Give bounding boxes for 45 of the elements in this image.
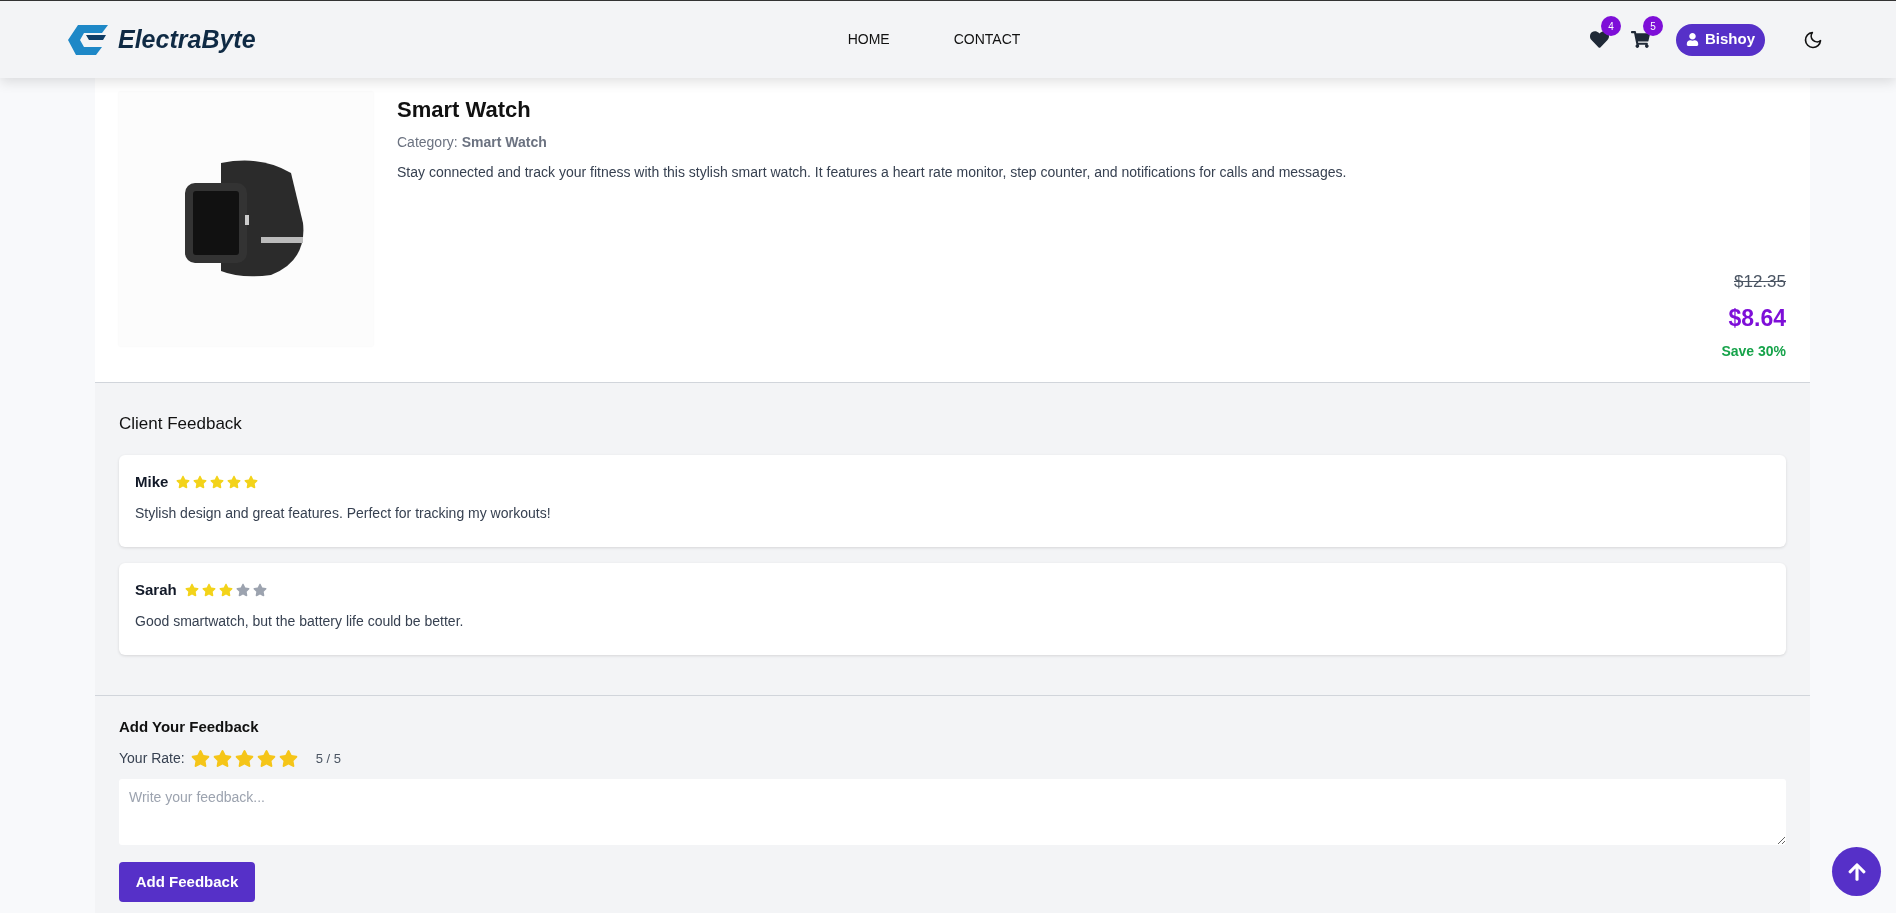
star-icon — [218, 582, 233, 597]
section-heading: Client Feedback — [119, 413, 243, 435]
feedback-input[interactable]: Write your feedback... — [119, 779, 1786, 845]
discount-label: Save 30% — [1721, 342, 1786, 361]
star-icon[interactable] — [234, 749, 254, 768]
wishlist-count-badge: 4 — [1601, 16, 1621, 36]
star-icon[interactable] — [190, 749, 210, 768]
product-title: Smart Watch — [397, 96, 532, 124]
star-icon — [176, 474, 191, 489]
star-icon — [227, 474, 242, 489]
moon-icon[interactable] — [1803, 29, 1823, 50]
logo-icon — [68, 22, 110, 57]
heart-icon[interactable] — [1590, 30, 1609, 49]
arrow-up-icon — [1846, 861, 1867, 882]
user-button[interactable]: Bishoy — [1676, 23, 1765, 56]
review-text: Stylish design and great features. Perfect for tracking my workouts! — [135, 504, 552, 523]
reviewer-name: Mike — [135, 471, 169, 492]
brand-name[interactable]: ElectraByte — [118, 20, 256, 59]
cart-icon[interactable] — [1631, 30, 1650, 49]
star-icon — [235, 582, 250, 597]
rate-label: Your Rate: — [119, 749, 185, 768]
product-description: Stay connected and track your fitness with this stylish smart watch. It features a heart rate monitor, step counter, and notifications for calls and messages. — [397, 163, 1348, 182]
original-price: $12.35 — [1734, 271, 1786, 293]
star-icon[interactable] — [212, 749, 232, 768]
category-value: Smart Watch — [461, 133, 547, 152]
section-heading: Add Your Feedback — [119, 716, 260, 737]
review-text: Good smartwatch, but the battery life could be better. — [135, 612, 465, 631]
star-icon[interactable] — [256, 749, 276, 768]
star-icon — [184, 582, 199, 597]
add-feedback-button[interactable]: Add Feedback — [119, 862, 255, 902]
star-icon — [252, 582, 267, 597]
scroll-to-top-button[interactable] — [1832, 847, 1881, 896]
user-icon — [1686, 33, 1699, 46]
category-label: Category: — [397, 133, 458, 152]
cart-count-badge: 5 — [1643, 16, 1663, 36]
nav-link[interactable]: HOME — [847, 29, 890, 50]
star-icon — [201, 582, 216, 597]
star-icon — [210, 474, 225, 489]
reviewer-name: Sarah — [135, 579, 177, 600]
star-icon[interactable] — [278, 749, 298, 768]
rate-value: 5 / 5 — [315, 749, 341, 768]
sale-price: $8.64 — [1728, 303, 1786, 333]
nav-link[interactable]: CONTACT — [953, 29, 1021, 50]
star-icon — [244, 474, 259, 489]
star-icon — [193, 474, 208, 489]
